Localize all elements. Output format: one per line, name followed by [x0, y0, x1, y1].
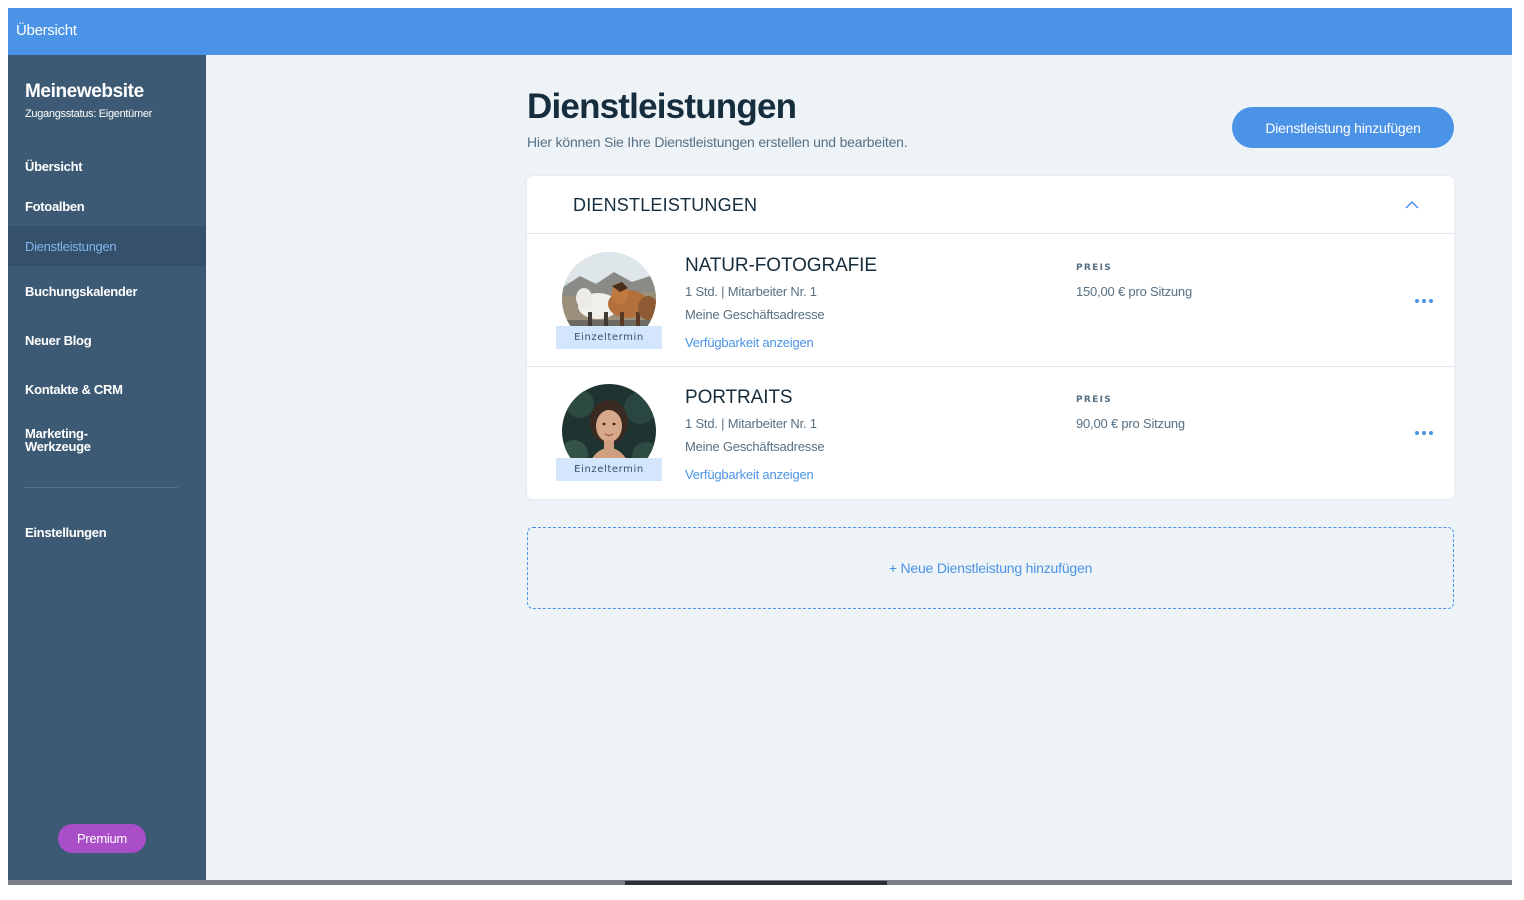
service-title: PORTRAITS [685, 387, 793, 408]
appointment-type-badge: Einzeltermin [556, 326, 662, 349]
sidebar-item-services[interactable]: Dienstleistungen [8, 226, 206, 266]
app-window: Übersicht Meinewebsite Zugangsstatus: Ei… [8, 8, 1512, 885]
card-header[interactable]: DIENSTLEISTUNGEN [527, 176, 1454, 234]
service-address: Meine Geschäftsadresse [685, 439, 825, 454]
services-card: DIENSTLEISTUNGEN Einzeltermin NATUR-FOTO… [527, 176, 1454, 499]
add-service-button[interactable]: Dienstleistung hinzufügen [1232, 107, 1454, 148]
sidebar-item-label: Einstellungen [25, 524, 107, 540]
show-availability-link[interactable]: Verfügbarkeit anzeigen [685, 467, 814, 482]
sidebar-item-label: Neuer Blog [25, 332, 92, 348]
chevron-up-icon[interactable] [1403, 196, 1421, 214]
sidebar-item-label: Kontakte & CRM [25, 381, 123, 397]
show-availability-link[interactable]: Verfügbarkeit anzeigen [685, 335, 814, 350]
sidebar-item-settings[interactable]: Einstellungen [8, 512, 206, 552]
card-header-title: DIENSTLEISTUNGEN [573, 195, 758, 215]
price-value: 150,00 € pro Sitzung [1076, 284, 1192, 299]
sidebar-item-overview[interactable]: Übersicht [8, 146, 206, 186]
page-subtitle: Hier können Sie Ihre Dienstleistungen er… [527, 134, 908, 150]
service-meta: 1 Std. | Mitarbeiter Nr. 1 [685, 416, 817, 431]
sidebar-item-booking-calendar[interactable]: Buchungskalender [8, 271, 206, 311]
price-label: PREIS [1076, 263, 1113, 273]
add-new-service-button[interactable]: + Neue Dienstleistung hinzufügen [527, 527, 1454, 609]
sidebar: Meinewebsite Zugangsstatus: Eigentümer Ü… [8, 55, 206, 885]
more-options-icon[interactable] [1411, 294, 1437, 308]
topbar-title[interactable]: Übersicht [16, 22, 77, 39]
sidebar-item-label: Übersicht [25, 158, 83, 174]
site-name: Meinewebsite [25, 81, 144, 102]
page-title: Dienstleistungen [527, 87, 797, 126]
sidebar-item-label: Buchungskalender [25, 283, 138, 299]
service-row[interactable]: Einzeltermin NATUR-FOTOGRAFIE 1 Std. | M… [527, 235, 1454, 367]
access-status: Zugangsstatus: Eigentümer [25, 108, 153, 120]
sidebar-item-photo-albums[interactable]: Fotoalben [8, 186, 206, 226]
sidebar-item-marketing-tools[interactable]: Marketing- Werkzeuge [8, 420, 206, 460]
more-options-icon[interactable] [1411, 426, 1437, 440]
premium-button[interactable]: Premium [58, 824, 146, 853]
service-title: NATUR-FOTOGRAFIE [685, 255, 877, 276]
sidebar-item-contacts-crm[interactable]: Kontakte & CRM [8, 369, 206, 409]
sidebar-item-label-line2: Werkzeuge [25, 439, 91, 454]
service-meta: 1 Std. | Mitarbeiter Nr. 1 [685, 284, 817, 299]
sidebar-item-label: Dienstleistungen [25, 238, 117, 254]
price-label: PREIS [1076, 395, 1113, 405]
price-value: 90,00 € pro Sitzung [1076, 416, 1185, 431]
service-address: Meine Geschäftsadresse [685, 307, 825, 322]
appointment-type-badge: Einzeltermin [556, 458, 662, 481]
sidebar-item-new-blog[interactable]: Neuer Blog [8, 320, 206, 360]
sidebar-divider [25, 487, 178, 488]
sidebar-item-label: Fotoalben [25, 198, 85, 214]
top-bar: Übersicht [8, 8, 1512, 55]
taskbar-fragment [625, 881, 887, 885]
service-row[interactable]: Einzeltermin PORTRAITS 1 Std. | Mitarbei… [527, 367, 1454, 499]
